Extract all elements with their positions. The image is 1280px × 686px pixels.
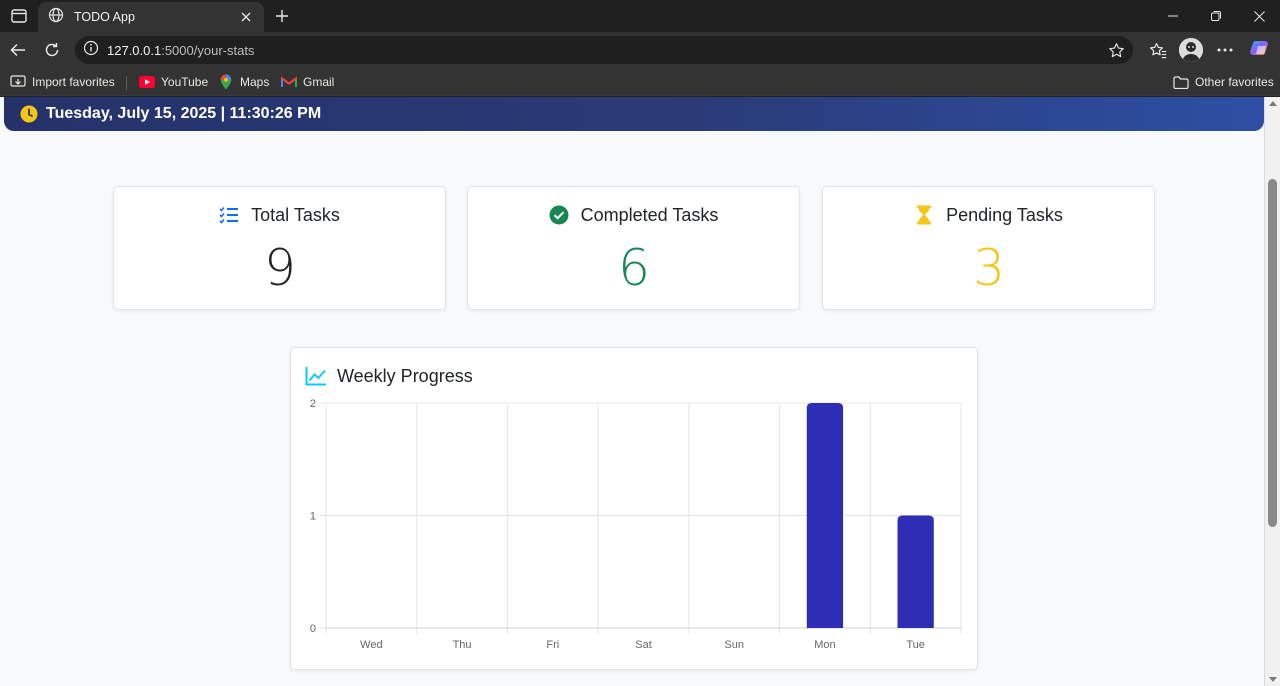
clock-icon [20, 105, 38, 123]
pending-tasks-value: 3 [973, 239, 1005, 297]
total-tasks-value: 9 [264, 239, 296, 297]
maps-pin-icon [218, 74, 234, 90]
import-icon [10, 74, 26, 90]
scroll-down-arrow-icon[interactable] [1269, 677, 1277, 682]
browser-tab[interactable]: TODO App [38, 2, 264, 32]
y-tick-label: 0 [310, 623, 316, 635]
copilot-icon[interactable] [1248, 38, 1272, 62]
y-tick-label: 1 [310, 511, 316, 523]
total-tasks-card: Total Tasks 9 [113, 186, 446, 310]
bookmark-label: Other favorites [1195, 75, 1274, 89]
datetime-header: Tuesday, July 15, 2025 | 11:30:26 PM [4, 97, 1264, 131]
scrollbar-thumb[interactable] [1268, 179, 1277, 527]
close-window-icon[interactable] [1238, 4, 1280, 28]
hourglass-icon [914, 205, 934, 225]
x-tick-label: Sun [724, 639, 744, 651]
x-tick-label: Sat [635, 639, 652, 651]
folder-icon [1173, 74, 1189, 90]
card-title: Total Tasks [251, 204, 340, 225]
bar-tue [897, 515, 934, 628]
bar-mon [806, 403, 844, 628]
weekly-progress-card: Weekly Progress 0 1 2 Wed Thu Fri Sat Sun Mon Tue [290, 347, 978, 670]
bookmark-other-favorites[interactable]: Other favorites [1173, 73, 1274, 91]
pending-tasks-card: Pending Tasks 3 [822, 186, 1155, 310]
profile-avatar[interactable] [1179, 38, 1203, 62]
bookmark-maps[interactable]: Maps [218, 73, 269, 91]
bookmark-youtube[interactable]: YouTube [139, 73, 208, 91]
browser-toolbar: 127.0.0.1:5000/your-stats [0, 32, 1280, 68]
x-tick-label: Mon [814, 639, 835, 651]
tab-bar: TODO App [0, 0, 1280, 32]
bookmark-divider [126, 76, 127, 90]
page-scrollbar[interactable] [1264, 97, 1280, 686]
page-viewport: Tuesday, July 15, 2025 | 11:30:26 PM Tot… [0, 97, 1264, 686]
x-tick-label: Thu [453, 639, 472, 651]
card-header: Total Tasks [114, 203, 445, 227]
card-header: Completed Tasks [468, 203, 799, 227]
minimize-icon[interactable] [1152, 4, 1194, 28]
reload-icon[interactable] [40, 38, 64, 62]
bookmarks-bar: Import favorites YouTube Maps Gmail Othe… [0, 68, 1280, 96]
youtube-icon [139, 74, 155, 90]
bookmark-label: Maps [240, 75, 270, 89]
restore-icon[interactable] [1195, 4, 1237, 28]
x-tick-label: Tue [906, 639, 925, 651]
new-tab-icon[interactable] [272, 6, 292, 26]
globe-icon [48, 7, 64, 28]
tab-title: TODO App [74, 10, 135, 24]
weekly-progress-chart: 0 1 2 Wed Thu Fri Sat Sun Mon Tue [310, 398, 962, 651]
checklist-icon [219, 205, 239, 225]
bookmark-label: YouTube [161, 75, 209, 89]
url-path: :5000/your-stats [161, 42, 255, 58]
x-tick-label: Wed [360, 639, 382, 651]
completed-tasks-value: 6 [618, 239, 650, 297]
bookmark-gmail[interactable]: Gmail [281, 73, 334, 91]
tab-actions-icon[interactable] [8, 6, 30, 26]
bookmark-label: Import favorites [32, 75, 115, 89]
close-tab-icon[interactable] [238, 9, 254, 25]
url-text: 127.0.0.1:5000/your-stats [107, 43, 254, 58]
address-bar[interactable]: 127.0.0.1:5000/your-stats [75, 36, 1133, 64]
y-tick-label: 2 [310, 398, 316, 410]
favorites-icon[interactable] [1146, 38, 1170, 62]
scroll-up-arrow-icon[interactable] [1269, 101, 1277, 106]
bookmark-import-favorites[interactable]: Import favorites [10, 73, 115, 91]
bookmark-label: Gmail [303, 75, 335, 89]
gmail-icon [281, 74, 297, 90]
site-info-icon[interactable] [83, 40, 99, 61]
datetime-text: Tuesday, July 15, 2025 | 11:30:26 PM [46, 105, 322, 122]
back-arrow-icon[interactable] [6, 38, 30, 62]
card-title: Pending Tasks [946, 204, 1063, 225]
completed-tasks-card: Completed Tasks 6 [467, 186, 800, 310]
url-host: 127.0.0.1 [107, 42, 162, 58]
x-tick-label: Fri [546, 639, 559, 651]
card-header: Pending Tasks [823, 203, 1154, 227]
card-title: Completed Tasks [580, 204, 719, 225]
check-circle-icon [549, 205, 569, 225]
favorite-star-icon[interactable] [1107, 41, 1125, 59]
more-menu-icon[interactable] [1213, 38, 1237, 62]
